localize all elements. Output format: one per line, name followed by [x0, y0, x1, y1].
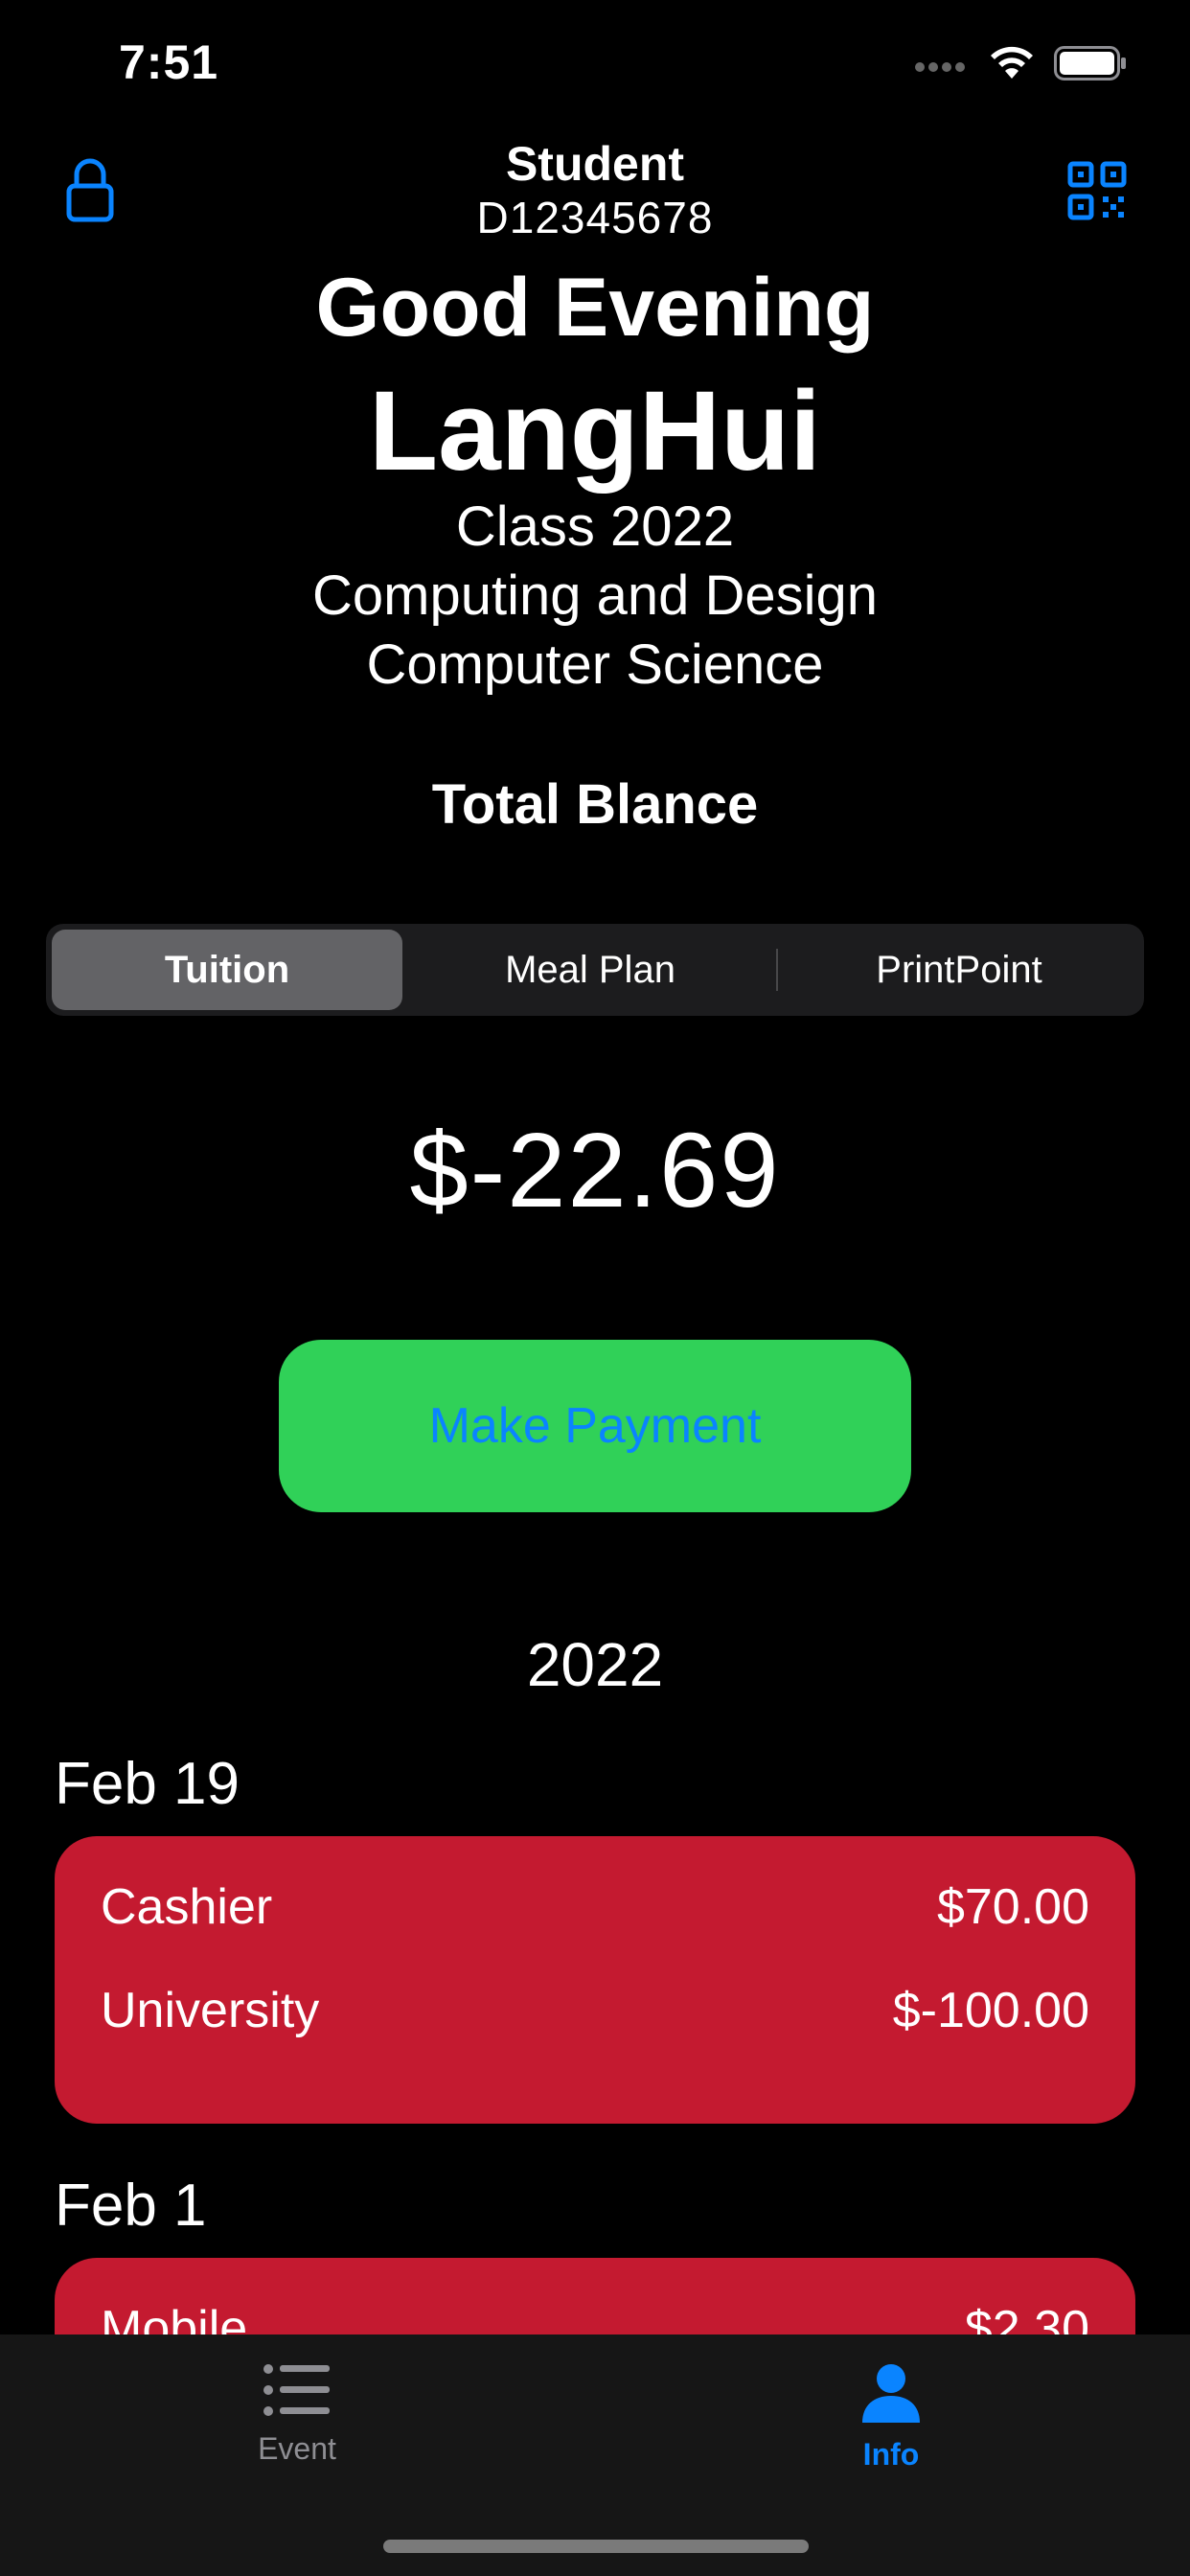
tab-event[interactable]: Event [153, 2363, 441, 2467]
user-name: LangHui [369, 368, 821, 494]
person-icon [862, 2364, 920, 2423]
tab-bar: Event Info [0, 2334, 1190, 2576]
battery-icon [1054, 46, 1126, 80]
student-id: D12345678 [476, 193, 714, 242]
transactions-year: 2022 [526, 1630, 664, 1699]
tab-info-label: Info [862, 2437, 920, 2472]
major-name: Computer Science [366, 633, 824, 696]
balance-type-segmented-control: Tuition Meal Plan PrintPoint [46, 924, 1144, 1016]
transaction-date: Feb 1 [55, 2173, 207, 2239]
balance-amount: $-22.69 [409, 1112, 781, 1230]
make-payment-button[interactable]: Make Payment [279, 1340, 911, 1512]
status-time: 7:51 [119, 35, 219, 89]
segment-tuition[interactable]: Tuition [52, 930, 402, 1010]
segment-divider [776, 949, 778, 991]
segment-printpoint[interactable]: PrintPoint [780, 930, 1138, 1010]
tab-info[interactable]: Info [747, 2363, 1035, 2472]
class-year: Class 2022 [455, 495, 735, 558]
transaction-date: Feb 19 [55, 1751, 240, 1817]
greeting-text: Good Evening [315, 262, 875, 354]
role-label: Student [505, 137, 685, 191]
wifi-icon [991, 46, 1033, 79]
transaction-amount: $-100.00 [892, 1983, 1089, 2038]
tab-event-label: Event [258, 2431, 336, 2466]
segment-meal-plan[interactable]: Meal Plan [408, 930, 772, 1010]
transaction-amount: $70.00 [936, 1879, 1089, 1935]
list-icon [263, 2364, 330, 2416]
transaction-card[interactable]: Cashier $70.00 University $-100.00 [55, 1836, 1135, 2124]
transaction-label: University [101, 1983, 320, 2038]
home-indicator [383, 2540, 809, 2553]
balance-title: Total Blance [431, 773, 759, 836]
transaction-label: Cashier [101, 1879, 273, 1935]
cellular-signal-icon [915, 59, 973, 79]
college-name: Computing and Design [311, 564, 879, 627]
